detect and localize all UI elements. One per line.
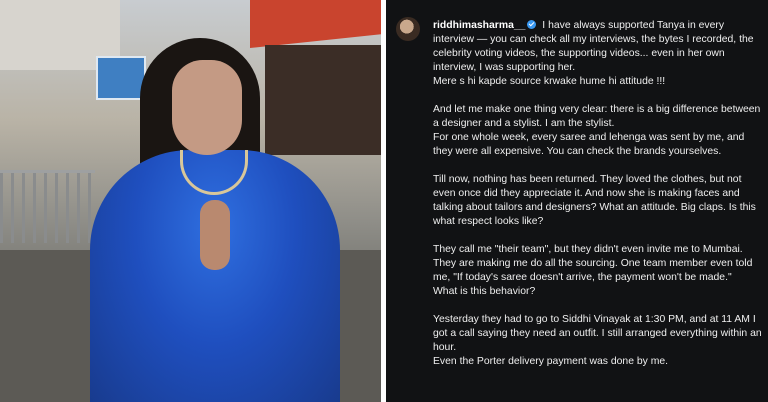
caption-line: They are making me do all the sourcing. … xyxy=(433,258,753,283)
instagram-caption-panel: riddhimasharma__ I have always supported… xyxy=(386,0,768,402)
caption-line: Till now, nothing has been returned. The… xyxy=(433,174,756,227)
caption-line: Yesterday they had to go to Siddhi Vinay… xyxy=(433,314,762,353)
caption-intro: riddhimasharma__ I have always supported… xyxy=(433,19,763,89)
caption-paragraph: They call me "their team", but they didn… xyxy=(433,243,763,299)
post-caption: riddhimasharma__ I have always supported… xyxy=(433,19,763,383)
caption-line: Even the Porter delivery payment was don… xyxy=(433,356,669,367)
caption-paragraph: Till now, nothing has been returned. The… xyxy=(433,173,763,229)
caption-line: What is this behavior? xyxy=(433,286,536,297)
caption-line: For one whole week, every saree and lehe… xyxy=(433,132,745,157)
caption-line: And let me make one thing very clear: th… xyxy=(433,104,761,129)
caption-paragraph: And let me make one thing very clear: th… xyxy=(433,103,763,159)
woman-in-blue-saree-photo xyxy=(0,0,381,402)
username-link[interactable]: riddhimasharma__ xyxy=(433,20,525,31)
verified-badge-icon xyxy=(527,20,537,29)
caption-line: They call me "their team", but they didn… xyxy=(433,244,743,255)
avatar[interactable] xyxy=(396,17,420,41)
caption-line: Mere s hi kapde source krwake hume hi at… xyxy=(433,76,666,87)
caption-paragraph: Yesterday they had to go to Siddhi Vinay… xyxy=(433,313,763,369)
